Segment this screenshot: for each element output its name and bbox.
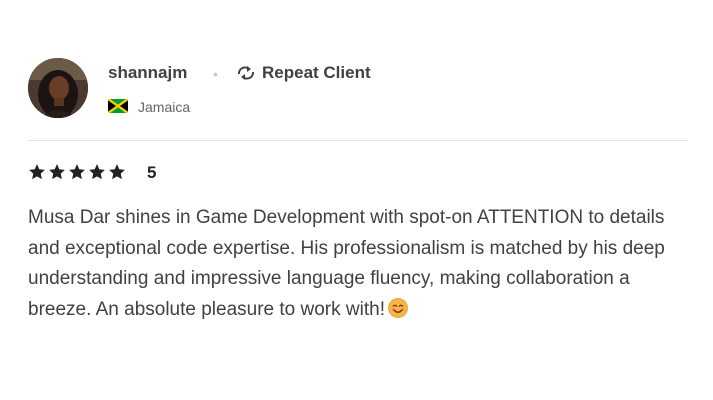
- repeat-icon: [238, 66, 254, 80]
- star-icon: [49, 164, 65, 180]
- rating-value: 5: [147, 163, 157, 182]
- smiling-face-emoji-icon: [388, 297, 408, 318]
- star-icon: [89, 164, 105, 180]
- avatar-image: [28, 58, 88, 118]
- review-text: Musa Dar shines in Game Development with…: [28, 203, 688, 325]
- review-body: Musa Dar shines in Game Development with…: [28, 207, 665, 320]
- review-card: shannajm • Repeat Client Jamaica 5 Musa …: [0, 0, 713, 400]
- jamaica-flag-icon: [108, 99, 128, 113]
- star-icon: [69, 164, 85, 180]
- star-icon: [109, 164, 125, 180]
- reviewer-country: Jamaica: [138, 99, 191, 115]
- separator-dot: •: [213, 66, 218, 82]
- reviewer-username[interactable]: shannajm: [108, 62, 187, 84]
- repeat-client-badge: Repeat Client: [262, 63, 371, 82]
- avatar[interactable]: [28, 58, 88, 118]
- divider: [28, 140, 688, 141]
- star-rating: [28, 162, 128, 182]
- star-icon: [29, 164, 45, 180]
